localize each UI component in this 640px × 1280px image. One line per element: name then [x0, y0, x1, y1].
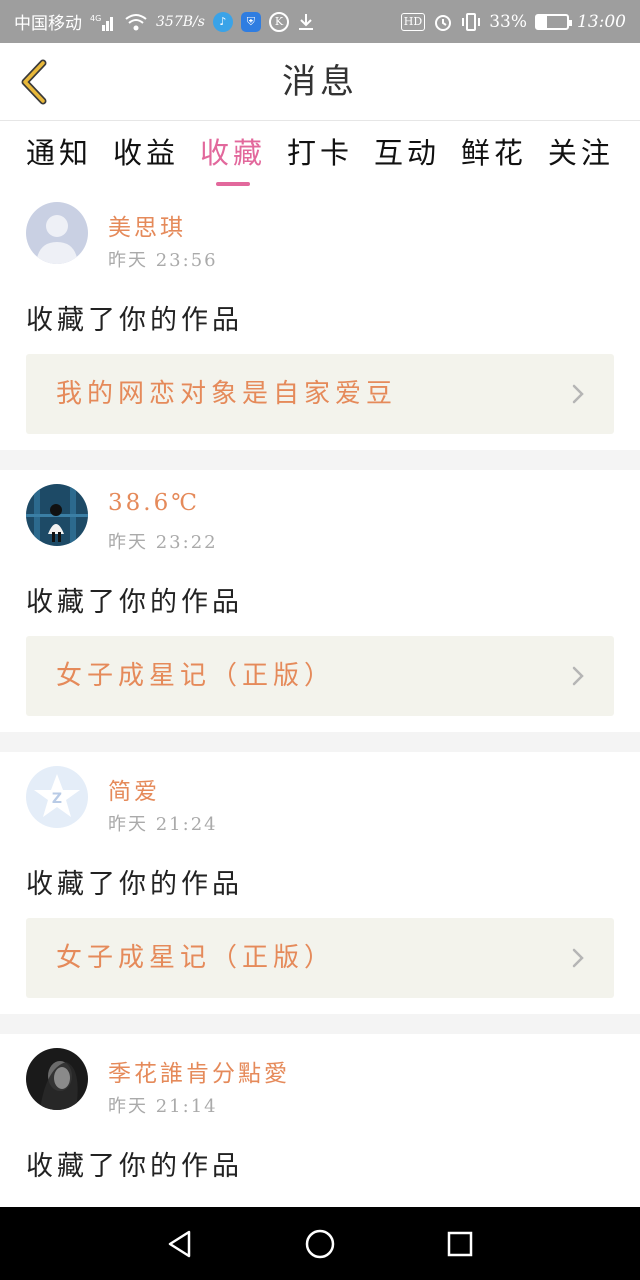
timestamp: 昨天 21:14	[108, 1096, 218, 1117]
message-list: 美思琪 昨天 23:56 收藏了你的作品 我的网恋对象是自家爱豆 38.6℃ 昨天 23:…	[0, 188, 640, 1280]
action-text: 收藏了你的作品	[26, 305, 243, 336]
tab-label: 鲜花	[460, 136, 527, 170]
tab-3[interactable]: 打卡	[287, 122, 353, 188]
tab-label: 互动	[373, 136, 440, 170]
signal-icon: 4G	[90, 13, 116, 31]
timestamp: 昨天 21:24	[108, 814, 218, 835]
tab-4[interactable]: 互动	[374, 122, 440, 188]
clock: 13:00	[577, 11, 626, 32]
tab-label: 通知	[26, 136, 93, 170]
hd-icon: HD	[400, 12, 426, 31]
avatar[interactable]: Z	[26, 766, 88, 828]
tab-2[interactable]: 收藏	[200, 122, 266, 188]
nav-back-button[interactable]	[157, 1221, 203, 1267]
carrier-label: 中国移动	[14, 14, 82, 34]
tab-label: 关注	[547, 136, 614, 170]
avatar[interactable]	[26, 202, 88, 264]
svg-text:Z: Z	[52, 791, 62, 807]
avatar[interactable]	[26, 1048, 88, 1110]
shield-app-icon: ⛨	[240, 11, 261, 32]
work-link[interactable]: 我的网恋对象是自家爱豆	[26, 354, 614, 434]
username[interactable]: 38.6℃	[108, 490, 200, 516]
nav-recents-button[interactable]	[437, 1221, 483, 1267]
chevron-right-icon	[572, 666, 584, 686]
work-link[interactable]: 女子成星记（正版）	[26, 636, 614, 716]
action-text: 收藏了你的作品	[26, 869, 243, 900]
message-card: Z 简爱昨天 21:24 收藏了你的作品女子成星记（正版）	[0, 752, 640, 1014]
tab-label: 收藏	[199, 136, 266, 170]
card-divider	[0, 732, 640, 752]
tab-label: 打卡	[286, 136, 353, 170]
battery-percent: 33%	[489, 11, 527, 32]
tab-5[interactable]: 鲜花	[461, 122, 527, 188]
k-app-icon: K	[268, 11, 289, 32]
tab-label: 收益	[112, 136, 179, 170]
chevron-right-icon	[572, 384, 584, 404]
chevron-right-icon	[572, 948, 584, 968]
tab-6[interactable]: 关注	[548, 122, 614, 188]
status-bar: 中国移动 4G 357B/s ♪ ⛨ K HD 33% 13:00	[0, 0, 640, 43]
alarm-icon	[433, 12, 453, 32]
system-nav-bar	[0, 1207, 640, 1280]
battery-icon	[535, 13, 572, 30]
tab-1[interactable]: 收益	[113, 122, 179, 188]
music-app-icon: ♪	[212, 11, 233, 32]
page-title: 消息	[282, 62, 358, 102]
work-link[interactable]: 女子成星记（正版）	[26, 918, 614, 998]
home-nav-icon	[305, 1229, 335, 1258]
work-title: 女子成星记（正版）	[56, 661, 336, 691]
work-title: 女子成星记（正版）	[56, 943, 336, 973]
recents-nav-icon	[447, 1231, 473, 1256]
download-icon	[297, 13, 315, 31]
username[interactable]: 美思琪	[108, 208, 186, 242]
card-divider	[0, 1014, 640, 1034]
tab-0[interactable]: 通知	[26, 122, 92, 188]
network-speed: 357B/s	[156, 13, 205, 30]
vibrate-icon	[461, 12, 481, 32]
tab-active-indicator	[215, 182, 250, 186]
header: 消息	[0, 43, 640, 121]
back-button[interactable]	[14, 57, 54, 107]
username[interactable]: 简爱	[108, 772, 160, 806]
tab-bar: 通知 收益 收藏 打卡 互动 鲜花 关注	[0, 122, 640, 188]
wifi-icon	[124, 13, 148, 31]
username[interactable]: 季花誰肯分點愛	[108, 1054, 290, 1088]
back-nav-icon	[168, 1230, 191, 1257]
work-title: 我的网恋对象是自家爱豆	[56, 379, 398, 409]
back-icon	[21, 59, 47, 105]
message-card: 38.6℃ 昨天 23:22 收藏了你的作品女子成星记（正版）	[0, 470, 640, 732]
svg-text:4G: 4G	[90, 14, 101, 23]
timestamp: 昨天 23:22	[108, 532, 218, 553]
action-text: 收藏了你的作品	[26, 587, 243, 618]
timestamp: 昨天 23:56	[108, 250, 218, 271]
avatar[interactable]	[26, 484, 88, 546]
message-card: 美思琪昨天 23:56 收藏了你的作品我的网恋对象是自家爱豆	[0, 188, 640, 450]
action-text: 收藏了你的作品	[26, 1151, 243, 1182]
card-divider	[0, 450, 640, 470]
nav-home-button[interactable]	[297, 1221, 343, 1267]
